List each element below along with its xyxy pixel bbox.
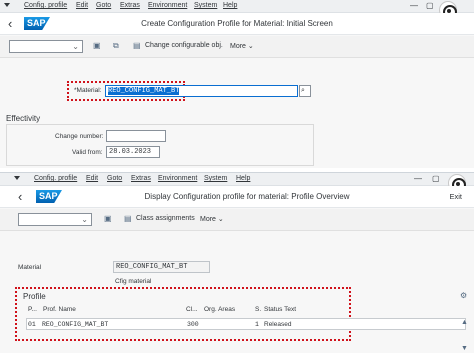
menu-extras[interactable]: Extras <box>131 175 151 182</box>
cell-cl: 300 <box>187 321 199 328</box>
menu-system[interactable]: System <box>204 175 227 182</box>
material-label: Material <box>18 264 42 271</box>
material-value: REO_CONFIG_MAT_BT <box>108 87 180 95</box>
minimize-icon[interactable]: — <box>414 174 422 183</box>
maximize-icon[interactable]: ▢ <box>426 1 434 10</box>
column-header-prof-name[interactable]: Prof. Name <box>43 306 76 313</box>
title-bar: ‹ SAP Create Configuration Profile for M… <box>0 13 474 35</box>
menu-extras[interactable]: Extras <box>120 2 140 9</box>
column-header-p[interactable]: P... <box>28 306 37 313</box>
value-help-button[interactable]: ⌕ <box>299 85 311 97</box>
change-number-input[interactable] <box>106 130 166 142</box>
column-header-s[interactable]: S. <box>255 306 261 313</box>
scroll-up-icon[interactable]: ▲ <box>461 319 468 326</box>
menu-environment[interactable]: Environment <box>148 2 187 9</box>
toolbar: ⌄ ▣ ⧉ ▤ Change configurable obj. More ⌄ <box>0 36 474 58</box>
chevron-down-icon[interactable]: ⌄ <box>72 42 79 51</box>
minimize-icon[interactable]: — <box>410 1 418 10</box>
valid-from-label: Valid from: <box>72 149 103 156</box>
chevron-down-icon: ⌄ <box>247 43 254 50</box>
search-icon: ⌕ <box>301 87 305 94</box>
valid-from-input[interactable]: 28.03.2023 <box>106 146 160 158</box>
menu-config-profile[interactable]: Config. profile <box>24 2 67 9</box>
material-input[interactable]: REO_CONFIG_MAT_BT <box>105 85 298 97</box>
menu-system[interactable]: System <box>194 2 217 9</box>
menu-config-profile[interactable]: Config. profile <box>34 175 77 182</box>
change-configurable-button[interactable]: Change configurable obj. <box>145 42 223 49</box>
menu-edit[interactable]: Edit <box>86 175 98 182</box>
menu-goto[interactable]: Goto <box>107 175 122 182</box>
menu-help[interactable]: Help <box>236 175 250 182</box>
menu-edit[interactable]: Edit <box>76 2 88 9</box>
more-label: More <box>230 43 246 50</box>
command-field[interactable]: ⌄ <box>18 213 92 226</box>
class-assignments-icon[interactable]: ▤ <box>124 214 132 223</box>
chevron-down-icon: ⌄ <box>217 216 224 223</box>
menu-dropdown-icon[interactable] <box>14 176 20 180</box>
material-description: Cfig material <box>115 278 152 285</box>
more-label: More <box>200 216 216 223</box>
column-header-org-areas[interactable]: Org. Areas <box>204 306 235 313</box>
cell-s: 1 <box>255 321 259 328</box>
effectivity-title: Effectivity <box>6 114 41 123</box>
column-header-status-text[interactable]: Status Text <box>264 306 296 313</box>
scroll-down-icon[interactable]: ▼ <box>461 345 468 352</box>
change-number-label: Change number: <box>55 133 104 140</box>
page-title: Display Configuration profile for materi… <box>144 192 350 201</box>
command-field[interactable]: ⌄ <box>9 40 83 53</box>
exit-button[interactable]: Exit <box>449 192 462 201</box>
window-profile-overview: Config. profile Edit Goto Extras Environ… <box>0 172 474 353</box>
cell-prof-name: REO_CONFIG_MAT_BT <box>42 321 109 328</box>
page-title: Create Configuration Profile for Materia… <box>141 19 333 28</box>
more-menu-button[interactable]: More ⌄ <box>200 215 224 223</box>
configurable-object-icon[interactable]: ▤ <box>133 41 141 50</box>
window-create-config-profile: Config. profile Edit Goto Extras Environ… <box>0 0 474 168</box>
settings-icon[interactable]: ⚙ <box>460 291 467 300</box>
copy-icon[interactable]: ⧉ <box>113 41 119 51</box>
cell-status-text: Released <box>264 321 292 328</box>
chevron-down-icon[interactable]: ⌄ <box>81 215 88 224</box>
menu-dropdown-icon[interactable] <box>4 3 10 7</box>
toolbar: ⌄ ▣ ▤ Class assignments More ⌄ <box>0 209 474 231</box>
menu-bar: Config. profile Edit Goto Extras Environ… <box>0 0 474 13</box>
column-header-cl[interactable]: Cl... <box>186 306 198 313</box>
maximize-icon[interactable]: ▢ <box>432 174 440 183</box>
more-menu-button[interactable]: More ⌄ <box>230 42 254 50</box>
profile-title: Profile <box>23 292 46 301</box>
class-assignments-button[interactable]: Class assignments <box>136 215 195 222</box>
cell-p: 01 <box>28 321 36 328</box>
menu-help[interactable]: Help <box>223 2 237 9</box>
save-icon[interactable]: ▣ <box>104 214 112 223</box>
profile-table: P... Prof. Name Cl... Org. Areas S. Stat… <box>26 306 466 332</box>
menu-environment[interactable]: Environment <box>158 175 197 182</box>
menu-goto[interactable]: Goto <box>96 2 111 9</box>
save-icon[interactable]: ▣ <box>93 41 101 50</box>
menu-bar: Config. profile Edit Goto Extras Environ… <box>0 173 474 186</box>
title-bar: ‹ SAP Display Configuration profile for … <box>0 186 474 208</box>
material-output: REO_CONFIG_MAT_BT <box>113 261 210 273</box>
material-label: *Material: <box>74 87 102 94</box>
table-row[interactable]: 01 REO_CONFIG_MAT_BT 300 1 Released <box>26 318 466 330</box>
